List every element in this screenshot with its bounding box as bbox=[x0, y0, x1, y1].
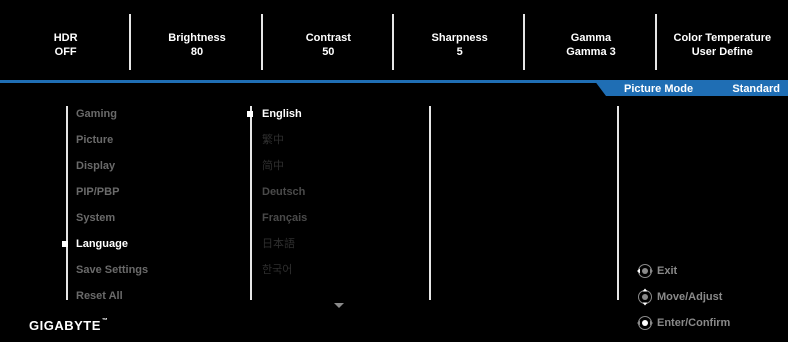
status-label: HDR bbox=[53, 32, 78, 44]
column-divider bbox=[66, 106, 68, 300]
language-option-korean[interactable]: 한국어 bbox=[262, 263, 292, 277]
status-gamma: Gamma Gamma 3 bbox=[525, 0, 657, 78]
menu-item-picture[interactable]: Picture bbox=[76, 133, 113, 147]
menu-item-reset-all[interactable]: Reset All bbox=[76, 289, 123, 303]
menu-item-gaming[interactable]: Gaming bbox=[76, 107, 117, 121]
scroll-down-arrow-icon[interactable] bbox=[334, 303, 344, 308]
menu-item-save-settings[interactable]: Save Settings bbox=[76, 263, 148, 277]
picture-mode-tab: Picture Mode Standard bbox=[594, 80, 788, 96]
status-label: Gamma bbox=[570, 32, 612, 44]
language-option-deutsch[interactable]: Deutsch bbox=[262, 185, 305, 199]
status-bar: HDR OFF Brightness 80 Contrast 50 Sharpn… bbox=[0, 0, 788, 78]
osd-frame: HDR OFF Brightness 80 Contrast 50 Sharpn… bbox=[0, 0, 788, 342]
language-option-traditional-chinese[interactable]: 繁中 bbox=[262, 133, 284, 147]
status-value: User Define bbox=[691, 46, 753, 58]
trademark-mark: ™ bbox=[101, 318, 109, 324]
status-brightness: Brightness 80 bbox=[131, 0, 263, 78]
column-divider bbox=[250, 106, 252, 300]
hint-label: Exit bbox=[657, 265, 678, 277]
column-divider bbox=[617, 106, 619, 300]
menu-item-display[interactable]: Display bbox=[76, 159, 115, 173]
status-label: Sharpness bbox=[431, 32, 488, 44]
status-label: Contrast bbox=[305, 32, 351, 44]
picture-mode-value: Standard bbox=[732, 83, 780, 95]
status-color-temperature: Color Temperature User Define bbox=[657, 0, 788, 78]
status-value: Gamma 3 bbox=[566, 46, 616, 58]
column-divider bbox=[429, 106, 431, 300]
menu-item-pip-pbp[interactable]: PIP/PBP bbox=[76, 185, 119, 199]
language-option-japanese[interactable]: 日本語 bbox=[262, 237, 295, 251]
status-value: 5 bbox=[456, 46, 463, 58]
status-hdr: HDR OFF bbox=[0, 0, 132, 78]
status-contrast: Contrast 50 bbox=[263, 0, 394, 78]
status-label: Color Temperature bbox=[673, 32, 772, 44]
status-value: 80 bbox=[190, 46, 204, 58]
gigabyte-logo: GIGABYTE™ bbox=[29, 318, 108, 333]
hint-label: Move/Adjust bbox=[657, 291, 723, 303]
selection-marker bbox=[247, 111, 253, 117]
status-value: OFF bbox=[54, 46, 77, 58]
joystick-press-icon bbox=[637, 316, 653, 330]
joystick-updown-icon bbox=[638, 288, 652, 306]
picture-mode-label: Picture Mode bbox=[624, 83, 694, 95]
menu-item-system[interactable]: System bbox=[76, 211, 115, 225]
selection-marker bbox=[62, 241, 68, 247]
status-value: 50 bbox=[322, 46, 335, 58]
tab-bevel bbox=[594, 80, 606, 96]
joystick-left-icon bbox=[637, 264, 653, 278]
hint-label: Enter/Confirm bbox=[657, 317, 731, 329]
language-option-simplified-chinese[interactable]: 简中 bbox=[262, 159, 284, 173]
status-label: Brightness bbox=[168, 32, 226, 44]
status-sharpness: Sharpness 5 bbox=[394, 0, 526, 78]
brand-name: GIGABYTE bbox=[29, 318, 101, 333]
language-option-francais[interactable]: Français bbox=[262, 211, 307, 225]
language-option-english[interactable]: English bbox=[262, 107, 302, 121]
menu-item-language[interactable]: Language bbox=[76, 237, 128, 251]
